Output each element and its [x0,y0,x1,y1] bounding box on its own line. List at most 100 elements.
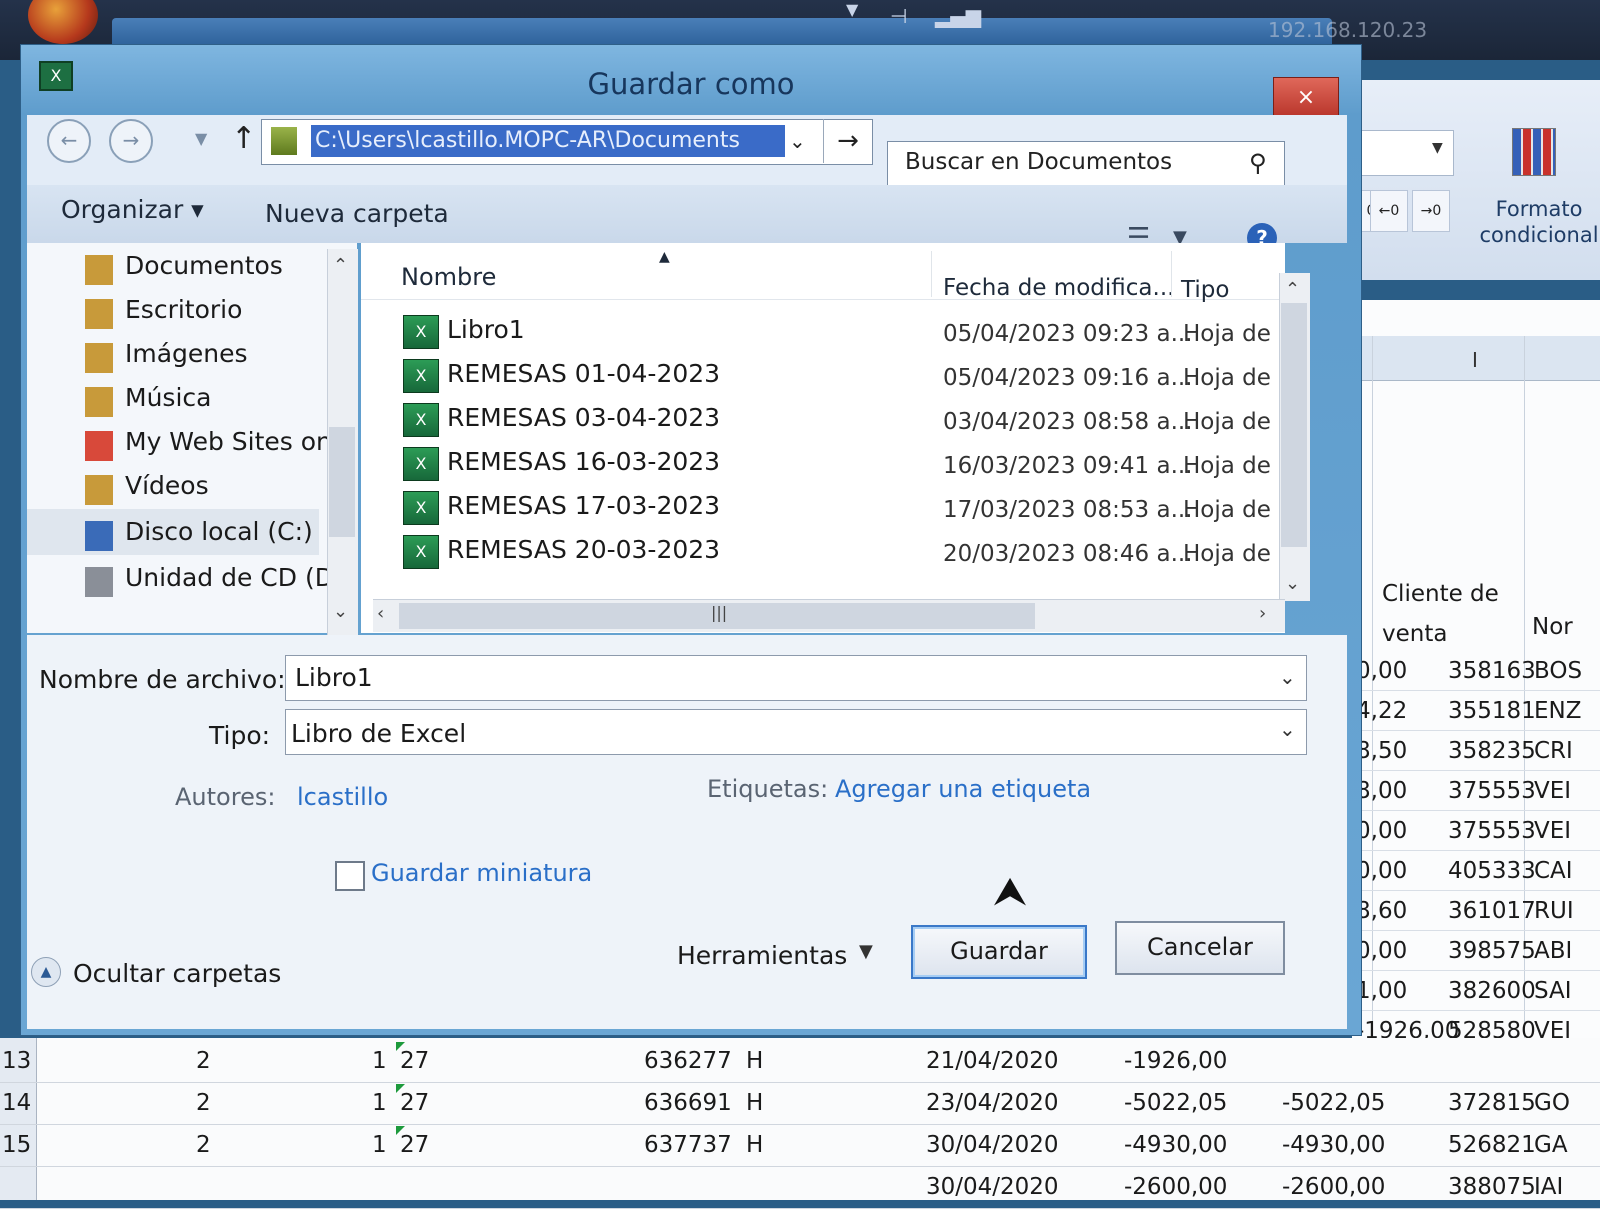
scroll-left-icon[interactable]: ‹ [377,603,384,624]
cell-amount[interactable]: 0,00 [1356,938,1407,964]
cell-name[interactable]: VEI [1534,818,1571,844]
file-name[interactable]: REMESAS 16-03-2023 [447,447,720,476]
type-dropdown-icon[interactable]: ⌄ [1279,717,1296,741]
scroll-up-icon[interactable]: ⌃ [333,255,348,276]
cell-client[interactable]: 388075 [1448,1174,1536,1200]
save-button[interactable]: Guardar [911,925,1087,979]
cell-h[interactable]: H [746,1090,763,1116]
cell-c1[interactable]: 2 [196,1132,211,1158]
cell-client[interactable]: 405333 [1448,858,1536,884]
column-header-name[interactable]: Nombre [401,263,496,291]
search-icon[interactable]: ⚲ [1249,149,1267,177]
add-tag-link[interactable]: Agregar una etiqueta [835,775,1091,803]
file-name[interactable]: REMESAS 17-03-2023 [447,491,720,520]
tray-pin-icon[interactable]: ⊣ [890,4,907,28]
conditional-format-icon[interactable] [1512,128,1556,176]
back-arrow-icon[interactable]: ← [47,119,91,163]
cell-c3[interactable]: 27 [400,1048,429,1074]
cell-name[interactable]: CRI [1534,738,1573,764]
conditional-format-label[interactable]: Formato condicional [1478,196,1600,248]
scroll-down-icon[interactable]: ⌄ [333,601,348,622]
cell-name[interactable]: GO [1534,1090,1570,1116]
cell-name[interactable]: SAI [1534,978,1572,1004]
scroll-right-icon[interactable]: › [1259,603,1266,624]
cell-client[interactable]: 361017 [1448,898,1536,924]
hide-folders-button[interactable]: Ocultar carpetas [73,959,281,988]
cell-v2[interactable]: -2600,00 [1282,1174,1385,1200]
collapse-up-icon[interactable]: ▲ [31,957,61,987]
filename-field[interactable] [285,655,1307,701]
cell-h[interactable]: H [746,1132,763,1158]
nav-pane-scroll-thumb[interactable] [329,427,355,537]
cell-amount[interactable]: 4,22 [1356,698,1407,724]
cell-v1[interactable]: -5022,05 [1124,1090,1227,1116]
file-name[interactable]: REMESAS 20-03-2023 [447,535,720,564]
file-list-scroll-thumb[interactable] [1281,303,1307,547]
cell-c2[interactable]: 1 [372,1132,387,1158]
cell-name[interactable]: RUI [1534,898,1574,924]
address-path[interactable]: C:\Users\lcastillo.MOPC-AR\Documents [311,125,785,157]
cell-date[interactable]: 21/04/2020 [926,1048,1059,1074]
cell-client[interactable]: 398575 [1448,938,1536,964]
cell-amount[interactable]: 8,50 [1356,738,1407,764]
authors-value[interactable]: lcastillo [297,783,388,811]
cell-amount[interactable]: 8,00 [1356,778,1407,804]
new-folder-button[interactable]: Nueva carpeta [265,199,449,228]
cell-client[interactable]: 526821 [1448,1132,1536,1158]
cell-amount[interactable]: 0,00 [1356,658,1407,684]
column-header-i[interactable]: I [1472,348,1478,372]
up-arrow-icon[interactable]: ↑ [231,121,256,156]
recent-locations-dropdown-icon[interactable]: ▼ [195,129,207,148]
cancel-button[interactable]: Cancelar [1115,921,1285,975]
filename-value[interactable]: Libro1 [295,663,373,692]
cell-c3[interactable]: 27 [400,1132,429,1158]
go-arrow-icon[interactable]: → [823,119,872,163]
cell-name[interactable]: VEI [1534,778,1571,804]
cell-amount[interactable]: 8,60 [1356,898,1407,924]
cell-h[interactable]: H [746,1048,763,1074]
cell-date[interactable]: 23/04/2020 [926,1090,1059,1116]
cell-c1[interactable]: 2 [196,1090,211,1116]
cell-name[interactable]: CAI [1534,858,1573,884]
cell-client[interactable]: 372815 [1448,1090,1536,1116]
row-number[interactable]: 14 [2,1090,31,1116]
decrease-decimal-button[interactable]: →0 [1412,190,1450,232]
cell-v1[interactable]: -1926,00 [1124,1048,1227,1074]
scroll-up-icon[interactable]: ⌃ [1285,279,1300,300]
cell-name[interactable]: IAI [1534,1174,1563,1200]
cell-amount[interactable]: 0,00 [1356,818,1407,844]
scroll-down-icon[interactable]: ⌄ [1285,573,1300,594]
cell-amount[interactable]: 1,00 [1356,978,1407,1004]
filename-dropdown-icon[interactable]: ⌄ [1279,665,1296,689]
file-name[interactable]: REMESAS 03-04-2023 [447,403,720,432]
cell-c2[interactable]: 1 [372,1048,387,1074]
cell-client[interactable]: 382600 [1448,978,1536,1004]
cell-date[interactable]: 30/04/2020 [926,1132,1059,1158]
cell-c2[interactable]: 1 [372,1090,387,1116]
cell-name[interactable]: GA [1534,1132,1568,1158]
cell-name[interactable]: BOS [1534,658,1582,684]
increase-decimal-button[interactable]: ←0 [1370,190,1408,232]
column-separator[interactable] [931,251,932,297]
cell-v2[interactable]: -5022,05 [1282,1090,1385,1116]
cell-client[interactable]: 375553 [1448,818,1536,844]
cell-doc[interactable]: 636277 [644,1048,732,1074]
close-button[interactable]: × [1273,77,1339,119]
tray-expand-icon[interactable]: ▼ [846,0,858,19]
cell-name[interactable]: ENZ [1534,698,1582,724]
column-header-type[interactable]: Tipo [1181,277,1229,303]
cell-doc[interactable]: 637737 [644,1132,732,1158]
cell-client[interactable]: 355181 [1448,698,1536,724]
cell-c1[interactable]: 2 [196,1048,211,1074]
column-header-date[interactable]: Fecha de modifica... [943,275,1174,301]
tools-dropdown-icon[interactable]: ▼ [859,941,873,962]
cell-client[interactable]: 358235 [1448,738,1536,764]
file-name[interactable]: Libro1 [447,315,525,344]
type-value[interactable]: Libro de Excel [291,719,466,748]
cell-amount[interactable]: 0,00 [1356,858,1407,884]
row-number[interactable]: 13 [2,1048,31,1074]
cell-doc[interactable]: 636691 [644,1090,732,1116]
cell-v1[interactable]: -2600,00 [1124,1174,1227,1200]
save-thumbnail-label[interactable]: Guardar miniatura [371,859,592,887]
forward-arrow-icon[interactable]: → [109,119,153,163]
